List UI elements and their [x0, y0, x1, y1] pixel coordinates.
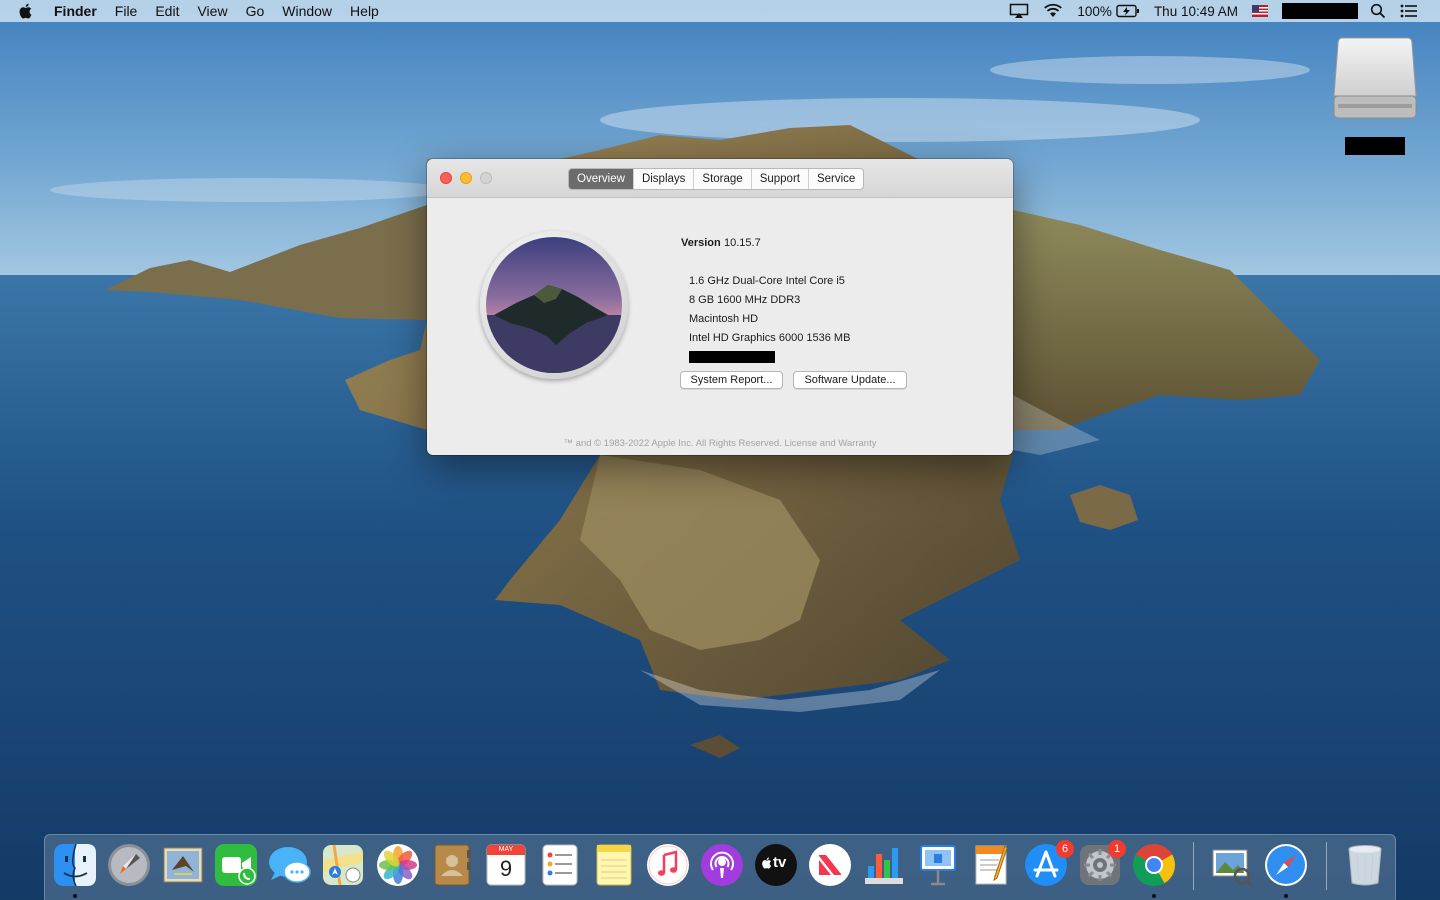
finder-running-indicator	[73, 894, 77, 898]
tv-label: tv	[773, 854, 787, 871]
dock-separator	[1193, 842, 1194, 890]
airplay-icon[interactable]	[1009, 3, 1029, 19]
notification-center-icon[interactable]	[1400, 4, 1418, 18]
close-window-button[interactable]	[440, 172, 452, 184]
maps-icon[interactable]	[320, 842, 366, 888]
menu-app-name[interactable]: Finder	[54, 0, 106, 22]
contacts-icon[interactable]	[429, 842, 475, 888]
copyright-text[interactable]: ™ and © 1983-2022 Apple Inc. All Rights …	[427, 438, 1013, 449]
spec-processor: 1.6 GHz Dual-Core Intel Core i5	[689, 275, 845, 287]
safari-running-indicator	[1284, 894, 1288, 898]
us-flag-input-icon[interactable]	[1252, 5, 1268, 17]
redacted-username	[1282, 3, 1358, 19]
facetime-icon[interactable]	[213, 842, 259, 888]
system-preferences-badge: 1	[1108, 840, 1126, 858]
chrome-icon[interactable]	[1131, 842, 1177, 888]
zoom-window-button	[480, 172, 492, 184]
notes-icon[interactable]	[591, 842, 637, 888]
numbers-icon[interactable]	[861, 842, 907, 888]
trash-icon[interactable]	[1342, 842, 1388, 888]
menu-window[interactable]: Window	[273, 0, 341, 22]
podcasts-icon[interactable]	[699, 842, 745, 888]
keynote-icon[interactable]	[915, 842, 961, 888]
messages-icon[interactable]	[267, 842, 313, 888]
external-drive-icon[interactable]	[1332, 34, 1418, 126]
spec-graphics: Intel HD Graphics 6000 1536 MB	[689, 332, 851, 344]
music-icon[interactable]	[645, 842, 691, 888]
calendar-day: 9	[499, 856, 513, 881]
tab-displays[interactable]: Displays	[632, 169, 693, 189]
menu-view[interactable]: View	[188, 0, 236, 22]
menu-clock[interactable]: Thu 10:49 AM	[1154, 4, 1238, 19]
version-number: 10.15.7	[724, 237, 761, 249]
pages-icon[interactable]	[969, 842, 1015, 888]
macos-catalina-logo	[486, 237, 622, 373]
tab-service[interactable]: Service	[807, 169, 863, 189]
chrome-running-indicator	[1152, 894, 1156, 898]
apple-menu-icon[interactable]	[18, 0, 36, 22]
battery-percent[interactable]: 100%	[1077, 4, 1112, 19]
software-update-button[interactable]: Software Update...	[793, 371, 907, 389]
redacted-drive-label	[1345, 137, 1405, 155]
menu-file[interactable]: File	[106, 0, 147, 22]
version-label: Version	[681, 237, 721, 249]
mail-icon[interactable]	[160, 842, 206, 888]
redacted-serial-number	[689, 351, 775, 363]
wifi-icon[interactable]	[1043, 3, 1063, 19]
spec-startup-disk: Macintosh HD	[689, 313, 759, 325]
photos-icon[interactable]	[375, 842, 421, 888]
app-store-badge: 6	[1056, 840, 1074, 858]
dock-separator-trash	[1326, 842, 1327, 890]
minimize-window-button[interactable]	[460, 172, 472, 184]
preview-icon[interactable]	[1209, 842, 1255, 888]
window-titlebar[interactable]: Overview Displays Storage Support Servic…	[427, 159, 1013, 198]
about-tabs: Overview Displays Storage Support Servic…	[568, 168, 865, 190]
tab-storage[interactable]: Storage	[693, 169, 750, 189]
finder-icon[interactable]	[52, 842, 98, 888]
battery-icon[interactable]	[1116, 4, 1140, 18]
menu-go[interactable]: Go	[237, 0, 274, 22]
tab-support[interactable]: Support	[750, 169, 808, 189]
spotlight-search-icon[interactable]	[1370, 3, 1386, 19]
menu-help[interactable]: Help	[341, 0, 388, 22]
tab-overview[interactable]: Overview	[569, 169, 633, 189]
news-icon[interactable]	[807, 842, 853, 888]
about-this-mac-window: Overview Displays Storage Support Servic…	[427, 159, 1013, 455]
calendar-icon[interactable]: MAY 9	[483, 842, 529, 888]
menu-edit[interactable]: Edit	[146, 0, 188, 22]
reminders-icon[interactable]	[537, 842, 583, 888]
spec-memory: 8 GB 1600 MHz DDR3	[689, 294, 801, 306]
tv-icon[interactable]: tv	[753, 842, 799, 888]
system-report-button[interactable]: System Report...	[680, 371, 783, 389]
menu-bar: Finder File Edit View Go Window Help 100…	[0, 0, 1440, 22]
calendar-month: MAY	[498, 846, 514, 853]
safari-icon[interactable]	[1263, 842, 1309, 888]
launchpad-icon[interactable]	[106, 842, 152, 888]
